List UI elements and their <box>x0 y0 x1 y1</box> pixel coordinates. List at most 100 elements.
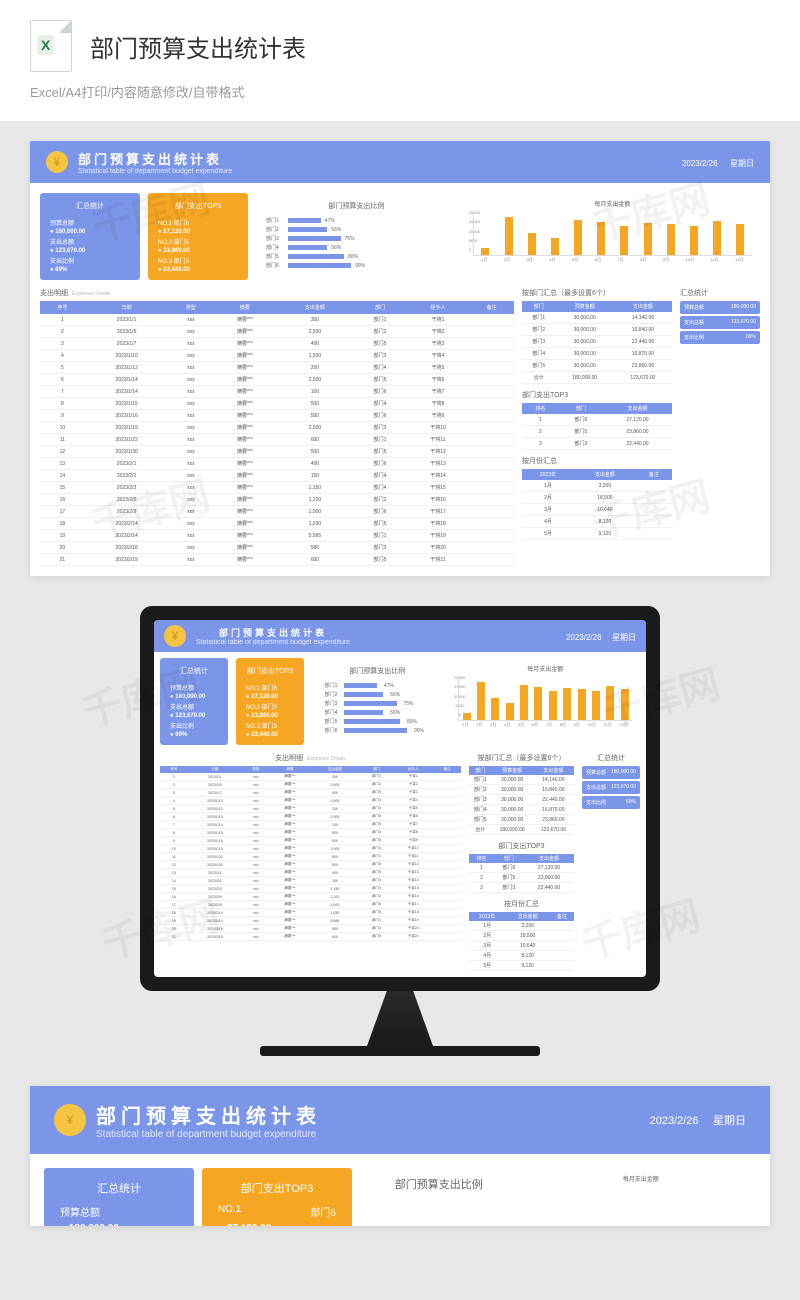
table-cell: xxx <box>169 362 214 374</box>
table-cell: 27,120.00 <box>524 863 574 873</box>
table-cell: 部门4 <box>353 398 407 410</box>
coin-icon <box>164 625 186 647</box>
table-cell: 摘要*** <box>270 917 310 925</box>
table-cell: 500 <box>277 398 354 410</box>
dept-bar <box>288 263 351 268</box>
x-label: 10月 <box>588 722 596 728</box>
ratio-label: 支出比例 <box>170 721 194 730</box>
table-row: 212023/2/19xxx摘要***600部门5干将21 <box>160 933 461 941</box>
x-label: 7月 <box>617 257 623 263</box>
table-cell: 摘要*** <box>270 877 310 885</box>
table-cell: 部门5 <box>360 861 394 869</box>
table-cell: 部门2 <box>360 781 394 789</box>
table-cell: 30,000.00 <box>556 324 614 336</box>
table-cell: 16 <box>40 494 85 506</box>
table-cell: 部门3 <box>360 845 394 853</box>
top3-amount: ● 22,440.00 <box>158 267 190 273</box>
chart-bar <box>481 248 489 255</box>
chart-bar <box>551 238 559 255</box>
table-cell: 2023/2/14 <box>85 518 169 530</box>
table-cell: 部门1 <box>360 853 394 861</box>
table-cell: xxx <box>169 326 214 338</box>
sheet-weekday: 星期日 <box>713 1115 746 1127</box>
dept-bar-row: 部门375% <box>322 700 432 707</box>
table-cell: 摘要*** <box>270 925 310 933</box>
table-cell <box>469 410 514 422</box>
table-cell: 2023/1/22 <box>85 434 169 446</box>
table-cell: 部门3 <box>494 883 524 893</box>
table-header: 日期 <box>85 301 169 314</box>
table-header: 部门 <box>353 301 407 314</box>
table-cell: 12 <box>40 446 85 458</box>
table-row: 162023/2/5xxx摘要***1,200部门2干将16 <box>40 494 514 506</box>
table-row: 部门130,000.0014,140.00 <box>522 312 672 324</box>
table-cell: 2023/1/19 <box>85 422 169 434</box>
table-cell: 20 <box>160 925 188 933</box>
table-row: 152023/2/3xxx摘要***1,150部门4干将15 <box>40 482 514 494</box>
table-cell: 300 <box>310 773 359 781</box>
table-cell: 摘要*** <box>270 909 310 917</box>
table-cell: xxx <box>169 410 214 422</box>
table-cell: 6 <box>40 374 85 386</box>
table-cell: 部门6 <box>360 901 394 909</box>
table-row: 部门330,000.0022,440.00 <box>469 795 574 805</box>
ratio-value: ● 69% <box>170 732 187 738</box>
table-cell <box>433 821 461 829</box>
table-cell: 2023/1/10 <box>85 350 169 362</box>
top3-amount: ● 22,440.00 <box>246 732 278 738</box>
table-row: 182023/2/14xxx摘要***1,030部门5干将18 <box>160 909 461 917</box>
table-cell: xxx <box>169 446 214 458</box>
table-cell: 2023/1/1 <box>188 773 242 781</box>
table-cell: 8,120 <box>574 516 636 528</box>
table-cell: 2 <box>522 426 559 438</box>
table-row: 102023/1/19xxx摘要***2,000部门3干将10 <box>160 845 461 853</box>
table-cell: 500 <box>277 410 354 422</box>
x-label: 6月 <box>595 257 601 263</box>
table-cell: 18 <box>160 909 188 917</box>
table-cell: 13 <box>160 869 188 877</box>
x-label: 4月 <box>504 722 510 728</box>
table-row: 4月8,120 <box>469 951 574 961</box>
detail-title: 支出明细Expenses Details <box>40 288 514 298</box>
table-row: 1月3,200 <box>522 480 672 492</box>
table-cell: 干将4 <box>393 797 433 805</box>
table-header: 2023年 <box>522 469 574 480</box>
table-row: 182023/2/14xxx摘要***1,030部门5干将18 <box>40 518 514 530</box>
table-cell: 2023/2/14 <box>85 530 169 542</box>
table-cell: 1 <box>160 773 188 781</box>
table-cell <box>433 917 461 925</box>
table-cell: 1,500 <box>310 797 359 805</box>
table-cell: 摘要*** <box>213 338 276 350</box>
table-cell: 12 <box>160 861 188 869</box>
table-cell: 5月 <box>469 961 505 971</box>
table-row: 2部门523,860.00 <box>522 426 672 438</box>
table-cell: xxx <box>169 422 214 434</box>
summary-item: 支出总额123,670.00 <box>680 316 760 329</box>
table-cell <box>433 869 461 877</box>
top3-amount: ● 27,120.00 <box>158 229 190 235</box>
table-cell: 部门4 <box>353 482 407 494</box>
table-row: 部门230,000.0016,840.00 <box>469 785 574 795</box>
monthly-title: 按月份汇总 <box>469 899 574 909</box>
table-row: 12023/1/1xxx摘要***300部门1干将1 <box>40 314 514 326</box>
table-row: 122023/1/30xxx摘要***500部门5干将12 <box>160 861 461 869</box>
table-cell: 14 <box>40 470 85 482</box>
table-row: 202023/2/18xxx摘要***580部门3干将20 <box>160 925 461 933</box>
table-cell: 摘要*** <box>270 773 310 781</box>
table-cell: xxx <box>169 506 214 518</box>
table-cell: 摘要*** <box>213 530 276 542</box>
table-row: 3月10,640 <box>469 941 574 951</box>
table-cell: xxx <box>242 821 270 829</box>
sheet-title: 部门预算支出统计表 <box>196 626 350 639</box>
table-cell: 干将18 <box>393 909 433 917</box>
table-cell: 3 <box>469 883 494 893</box>
rank-table: 排名部门支出金额1部门627,120.002部门523,860.003部门322… <box>522 403 672 450</box>
table-cell: xxx <box>169 386 214 398</box>
x-label: 11月 <box>604 722 612 728</box>
table-cell <box>469 398 514 410</box>
table-cell <box>433 797 461 805</box>
table-cell: 摘要*** <box>213 482 276 494</box>
table-cell: 10,640 <box>505 941 549 951</box>
table-cell: 摘要*** <box>213 422 276 434</box>
table-cell: 16,840.00 <box>533 785 574 795</box>
